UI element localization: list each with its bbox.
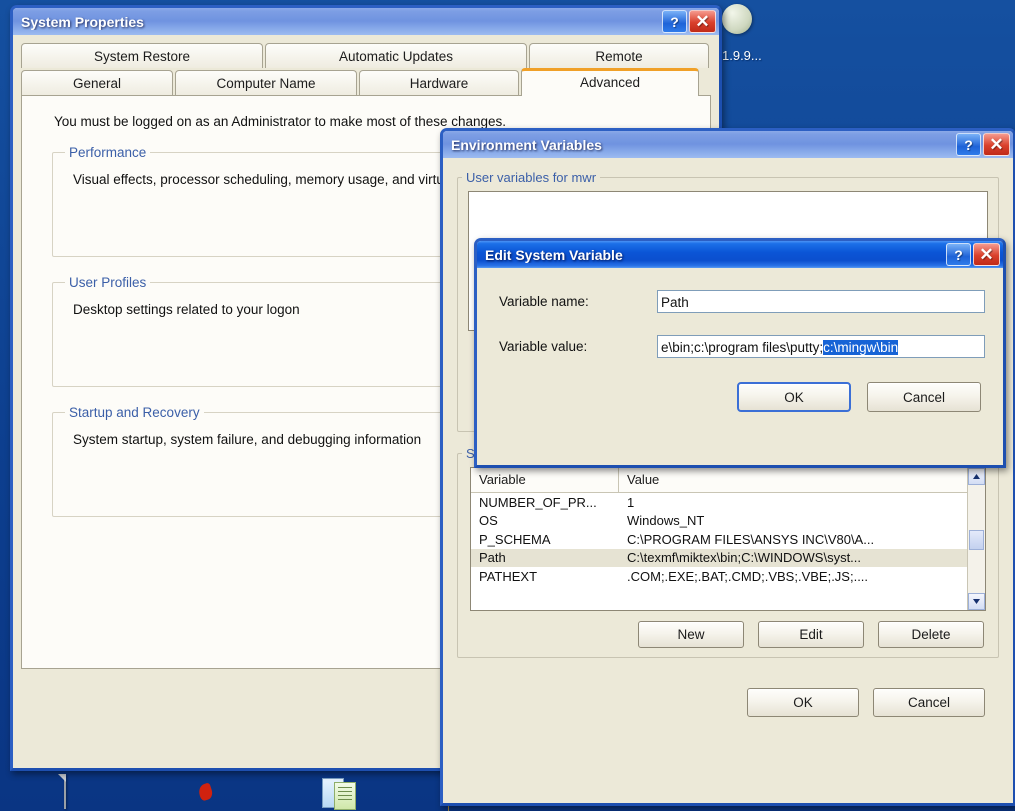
help-icon[interactable]: ? <box>946 243 971 266</box>
close-glyph: ✕ <box>695 11 710 31</box>
system-variables-header: Variable Value <box>471 468 985 493</box>
edit-system-variable-title: Edit System Variable <box>485 246 623 263</box>
edit-system-variable-titlebar[interactable]: Edit System Variable ? ✕ <box>477 241 1003 268</box>
tab-computer-name[interactable]: Computer Name <box>175 70 357 95</box>
close-icon[interactable]: ✕ <box>983 133 1010 156</box>
tab-row-1: System Restore Automatic Updates Remote <box>21 43 711 68</box>
close-glyph: ✕ <box>989 134 1004 154</box>
edit-variable-ok-button[interactable]: OK <box>737 382 851 412</box>
environment-variables-titlebar[interactable]: Environment Variables ? ✕ <box>443 131 1013 158</box>
system-variables-listbox[interactable]: Variable Value NUMBER_OF_PR... 1 OS Wind… <box>470 467 986 611</box>
edit-system-variable-window: Edit System Variable ? ✕ Variable name: … <box>474 238 1006 468</box>
cell-variable: NUMBER_OF_PR... <box>479 494 597 510</box>
environment-variables-ok-button[interactable]: OK <box>747 688 859 717</box>
scrollbar-thumb[interactable] <box>969 530 984 550</box>
variable-value-input[interactable]: e\bin;c:\program files\putty;c:\mingw\bi… <box>657 335 985 358</box>
desktop-version-label: 1.9.9... <box>722 48 762 63</box>
variable-value-selection: c:\mingw\bin <box>823 340 899 355</box>
environment-variables-cancel-button[interactable]: Cancel <box>873 688 985 717</box>
environment-variables-title: Environment Variables <box>451 136 602 153</box>
system-variables-group: System variables Variable Value NUMBER_O… <box>457 446 999 658</box>
user-variables-legend: User variables for mwr <box>466 170 597 185</box>
table-row[interactable]: PATHEXT .COM;.EXE;.BAT;.CMD;.VBS;.VBE;.J… <box>471 567 985 586</box>
tab-row-2: General Computer Name Hardware Advanced <box>21 68 711 96</box>
environment-variables-titlebar-buttons: ? ✕ <box>956 133 1010 156</box>
system-variables-button-row: New Edit Delete <box>458 611 998 660</box>
system-properties-titlebar[interactable]: System Properties ? ✕ <box>13 8 719 35</box>
table-row[interactable]: NUMBER_OF_PR... 1 <box>471 493 985 512</box>
cell-variable: Path <box>479 550 506 566</box>
edit-variable-cancel-button[interactable]: Cancel <box>867 382 981 412</box>
scroll-down-icon[interactable] <box>968 593 985 610</box>
performance-legend: Performance <box>69 145 147 160</box>
variable-value-text: e\bin;c:\program files\putty; <box>661 340 824 355</box>
variable-name-label: Variable name: <box>499 294 589 309</box>
column-header-variable[interactable]: Variable <box>471 468 619 492</box>
cell-variable: PATHEXT <box>479 568 538 584</box>
tab-system-restore[interactable]: System Restore <box>21 43 263 68</box>
new-button[interactable]: New <box>638 621 744 648</box>
variable-name-row: Variable name: Path <box>499 290 985 313</box>
variable-value-label: Variable value: <box>499 339 588 354</box>
delete-button[interactable]: Delete <box>878 621 984 648</box>
desktop-icon-top-right[interactable] <box>722 4 752 34</box>
close-icon[interactable]: ✕ <box>689 10 716 33</box>
environment-variables-dialog-buttons: OK Cancel <box>457 672 999 717</box>
cell-value: Windows_NT <box>627 513 705 529</box>
edit-system-variable-body: Variable name: Path Variable value: e\bi… <box>477 268 1003 412</box>
administrator-hint: You must be logged on as an Administrato… <box>54 114 507 129</box>
close-glyph: ✕ <box>979 244 994 264</box>
cell-value: C:\PROGRAM FILES\ANSYS INC\V80\A... <box>627 531 875 547</box>
edit-button[interactable]: Edit <box>758 621 864 648</box>
cell-variable: P_SCHEMA <box>479 531 551 547</box>
variable-name-input[interactable]: Path <box>657 290 985 313</box>
close-icon[interactable]: ✕ <box>973 243 1000 266</box>
cell-value: C:\texmf\miktex\bin;C:\WINDOWS\syst... <box>627 550 862 566</box>
tab-general[interactable]: General <box>21 70 173 95</box>
system-properties-titlebar-buttons: ? ✕ <box>662 10 716 33</box>
tab-remote[interactable]: Remote <box>529 43 709 68</box>
system-variables-content: Variable Value NUMBER_OF_PR... 1 OS Wind… <box>458 461 998 611</box>
cell-value: .COM;.EXE;.BAT;.CMD;.VBS;.VBE;.JS;.... <box>627 568 869 584</box>
document-icon <box>35 774 95 809</box>
startup-recovery-legend: Startup and Recovery <box>69 405 200 420</box>
column-header-value[interactable]: Value <box>619 468 985 492</box>
tab-hardware[interactable]: Hardware <box>359 70 519 95</box>
help-icon[interactable]: ? <box>662 10 687 33</box>
table-row-selected[interactable]: Path C:\texmf\miktex\bin;C:\WINDOWS\syst… <box>471 548 985 567</box>
help-icon[interactable]: ? <box>956 133 981 156</box>
tab-automatic-updates[interactable]: Automatic Updates <box>265 43 527 68</box>
table-row[interactable]: OS Windows_NT <box>471 512 985 531</box>
cell-variable: OS <box>479 513 498 529</box>
system-variables-scrollbar[interactable] <box>967 468 985 610</box>
tab-advanced[interactable]: Advanced <box>521 68 699 96</box>
variable-value-row: Variable value: e\bin;c:\program files\p… <box>499 335 985 358</box>
desktop-icon-document[interactable] <box>35 774 95 809</box>
edit-system-variable-titlebar-buttons: ? ✕ <box>946 243 1000 266</box>
scroll-up-icon[interactable] <box>968 468 985 485</box>
user-profiles-legend: User Profiles <box>69 275 147 290</box>
cell-value: 1 <box>627 494 635 510</box>
table-row[interactable]: P_SCHEMA C:\PROGRAM FILES\ANSYS INC\V80\… <box>471 530 985 549</box>
system-properties-title: System Properties <box>21 13 144 30</box>
edit-system-variable-buttons: OK Cancel <box>499 358 985 412</box>
